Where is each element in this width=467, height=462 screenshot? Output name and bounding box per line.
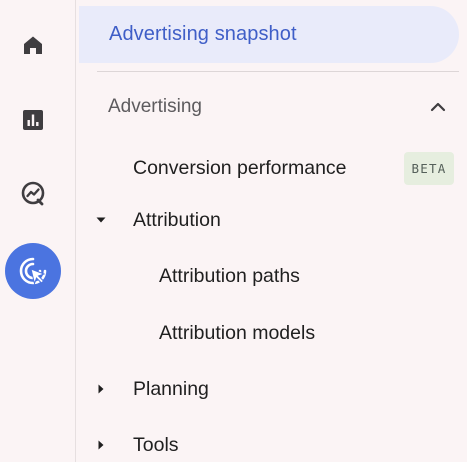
reports-button[interactable] xyxy=(5,92,61,148)
nav-item-attribution-paths[interactable]: Attribution paths xyxy=(159,259,300,293)
caret-right-icon[interactable] xyxy=(95,383,107,395)
navigation-rail xyxy=(0,0,76,462)
nav-item-planning[interactable]: Planning xyxy=(133,372,209,406)
navigation-panel: Advertising snapshot Advertising Convers… xyxy=(77,0,467,462)
attribution-label: Attribution xyxy=(133,208,221,231)
nav-item-tools[interactable]: Tools xyxy=(133,428,179,462)
explore-button[interactable] xyxy=(5,165,61,221)
nav-item-advertising-snapshot[interactable]: Advertising snapshot xyxy=(79,6,459,63)
nav-item-attribution[interactable]: Attribution xyxy=(133,203,221,237)
beta-badge: BETA xyxy=(404,152,454,185)
explore-icon xyxy=(21,181,45,206)
advertising-snapshot-label: Advertising snapshot xyxy=(109,23,297,45)
advertising-section-label: Advertising xyxy=(108,96,202,117)
attribution-models-label: Attribution models xyxy=(159,321,316,344)
planning-label: Planning xyxy=(133,377,209,400)
tools-label: Tools xyxy=(133,433,179,456)
attribution-paths-label: Attribution paths xyxy=(159,264,300,287)
caret-right-icon[interactable] xyxy=(95,439,107,451)
home-button[interactable] xyxy=(5,17,61,73)
reports-icon xyxy=(23,110,43,130)
nav-item-attribution-models[interactable]: Attribution models xyxy=(159,316,315,350)
advertising-section-header[interactable]: Advertising xyxy=(108,90,448,124)
divider xyxy=(97,71,459,72)
home-icon xyxy=(24,36,42,54)
nav-item-conversion-performance[interactable]: Conversion performance xyxy=(133,151,347,185)
advertising-button[interactable] xyxy=(5,243,61,299)
conversion-performance-label: Conversion performance xyxy=(133,156,347,179)
advertising-icon xyxy=(19,257,47,286)
caret-down-icon[interactable] xyxy=(95,214,107,226)
chevron-up-icon xyxy=(430,102,446,112)
